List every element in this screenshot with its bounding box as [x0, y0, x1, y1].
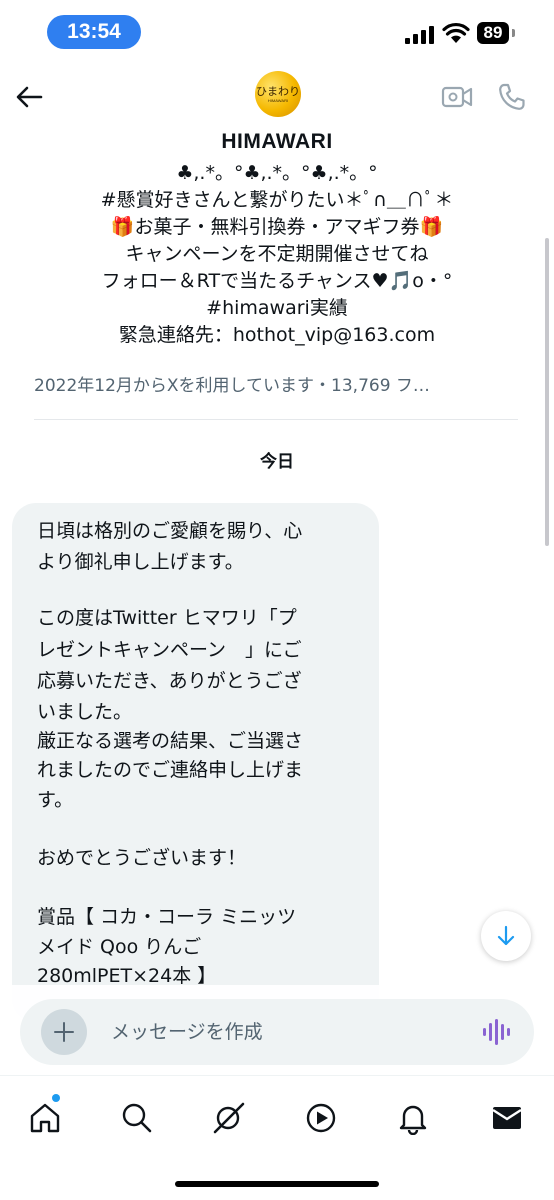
- nav-video[interactable]: [301, 1098, 341, 1138]
- bio-line: フォロー＆RTで当たるチャンス♥🎵o・°: [101, 270, 453, 292]
- message-line: 応募いただき、ありがとうござ: [37, 670, 302, 692]
- notification-dot: [52, 1094, 60, 1102]
- message-line: いました。: [37, 701, 133, 723]
- message-line: 賞品【 コカ・コーラ ミニッツ: [37, 906, 297, 928]
- phone-icon: [499, 83, 525, 110]
- joined-info: 2022年12月からXを利用しています・13,769 フ…: [34, 376, 430, 396]
- message-line: メイド Qoo りんご: [37, 936, 202, 958]
- back-button[interactable]: [14, 82, 48, 112]
- bell-icon: [399, 1105, 427, 1135]
- message-line: この度はTwitter ヒマワリ「プ: [37, 607, 297, 629]
- back-arrow-icon: [16, 86, 43, 108]
- video-call-button[interactable]: [441, 84, 473, 114]
- bio-line[interactable]: #懸賞好きさんと繋がりたい＊ﾟ∩＿∩ﾟ＊: [0, 187, 554, 214]
- scroll-to-bottom-button[interactable]: [481, 911, 531, 961]
- message-input[interactable]: [111, 1019, 441, 1045]
- message-line: 日頃は格別のご愛顧を賜り、心: [37, 520, 303, 542]
- signal-icon: [405, 26, 434, 44]
- message-line: より御礼申し上げます。: [37, 551, 244, 573]
- play-icon: [306, 1103, 336, 1133]
- message-line: おめでとうございます！: [37, 847, 247, 869]
- avatar-text: ひまわり: [256, 84, 300, 98]
- profile-name[interactable]: HIMAWARI: [0, 130, 554, 154]
- status-bar: 13:54 89: [0, 0, 554, 66]
- bio-line: ♣,.*。°♣,.*。°♣,.*。°: [176, 162, 378, 184]
- mail-icon: [492, 1107, 522, 1129]
- bio-line[interactable]: #himawari実績: [0, 295, 554, 322]
- voice-call-button[interactable]: [497, 82, 527, 116]
- nav-notifications[interactable]: [393, 1098, 433, 1138]
- message-bubble[interactable]: 日頃は格別のご愛顧を賜り、心 より御礼申し上げます。 この度はTwitter ヒ…: [12, 503, 379, 1023]
- add-media-button[interactable]: [41, 1009, 87, 1055]
- message-composer[interactable]: [20, 999, 534, 1065]
- divider: [34, 419, 518, 420]
- scrollbar[interactable]: [545, 238, 549, 546]
- bio-line[interactable]: 緊急連絡先：hothot_vip@163.com: [0, 322, 554, 349]
- wifi-icon: [442, 22, 470, 43]
- home-icon: [30, 1103, 60, 1133]
- nav-home[interactable]: [25, 1098, 65, 1138]
- nav-search[interactable]: [117, 1098, 157, 1138]
- day-separator: 今日: [260, 452, 294, 472]
- battery-tip: [512, 29, 515, 37]
- video-camera-icon: [441, 86, 473, 108]
- arrow-down-icon: [497, 925, 515, 946]
- message-line: レゼントキャンペーン 」にご: [37, 639, 302, 661]
- avatar-subtext: HIMAWARI: [267, 97, 289, 103]
- voice-wave-icon[interactable]: [481, 1017, 511, 1047]
- search-icon: [122, 1103, 152, 1133]
- avatar[interactable]: ひまわり HIMAWARI: [255, 71, 301, 117]
- bio-line: キャンペーンを不定期開催させてね: [125, 243, 429, 265]
- message-line: 厳正なる選考の結果、ご当選さ: [37, 730, 304, 752]
- status-time: 13:54: [47, 15, 141, 49]
- message-line: れましたのでご連絡申し上げま: [37, 759, 304, 781]
- home-indicator[interactable]: [175, 1181, 379, 1187]
- grok-icon: [213, 1102, 245, 1134]
- profile-bio: ♣,.*。°♣,.*。°♣,.*。° #懸賞好きさんと繋がりたい＊ﾟ∩＿∩ﾟ＊ …: [0, 160, 554, 349]
- message-line: す。: [37, 789, 74, 811]
- nav-messages[interactable]: [487, 1098, 527, 1138]
- nav-grok[interactable]: [209, 1098, 249, 1138]
- battery-icon: 89: [477, 22, 509, 44]
- bio-line: 🎁お菓子・無料引換券・アマギフ券🎁: [110, 216, 444, 238]
- plus-icon: [54, 1022, 74, 1042]
